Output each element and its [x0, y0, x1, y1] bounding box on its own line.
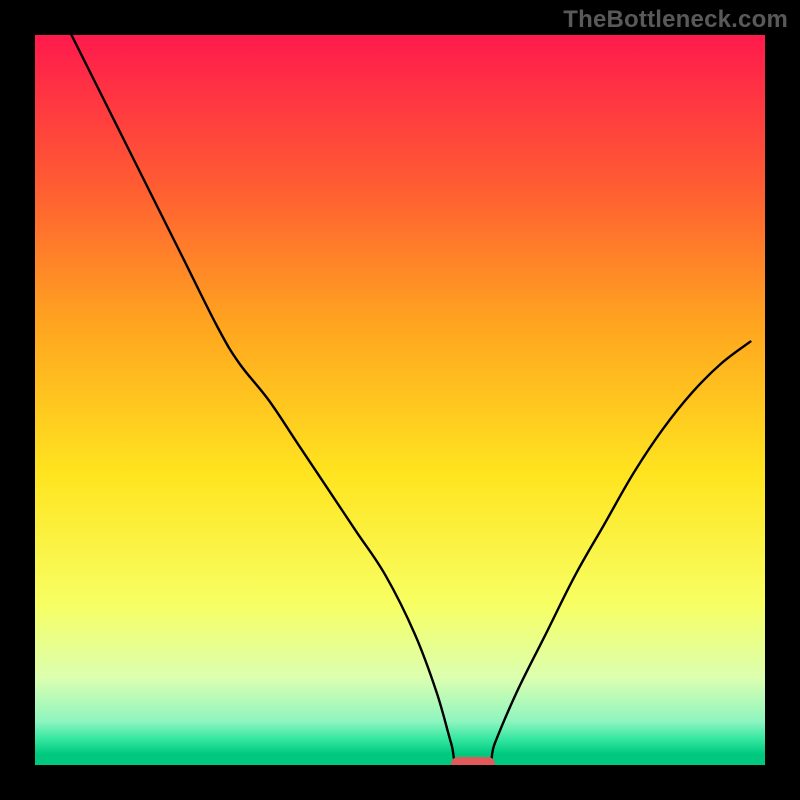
- plot-area: [35, 35, 765, 765]
- optimal-range-marker: [451, 757, 495, 765]
- watermark-text: TheBottleneck.com: [563, 6, 788, 34]
- gradient-background: [35, 35, 765, 765]
- bottleneck-chart: [35, 35, 765, 765]
- chart-stage: TheBottleneck.com: [0, 0, 800, 800]
